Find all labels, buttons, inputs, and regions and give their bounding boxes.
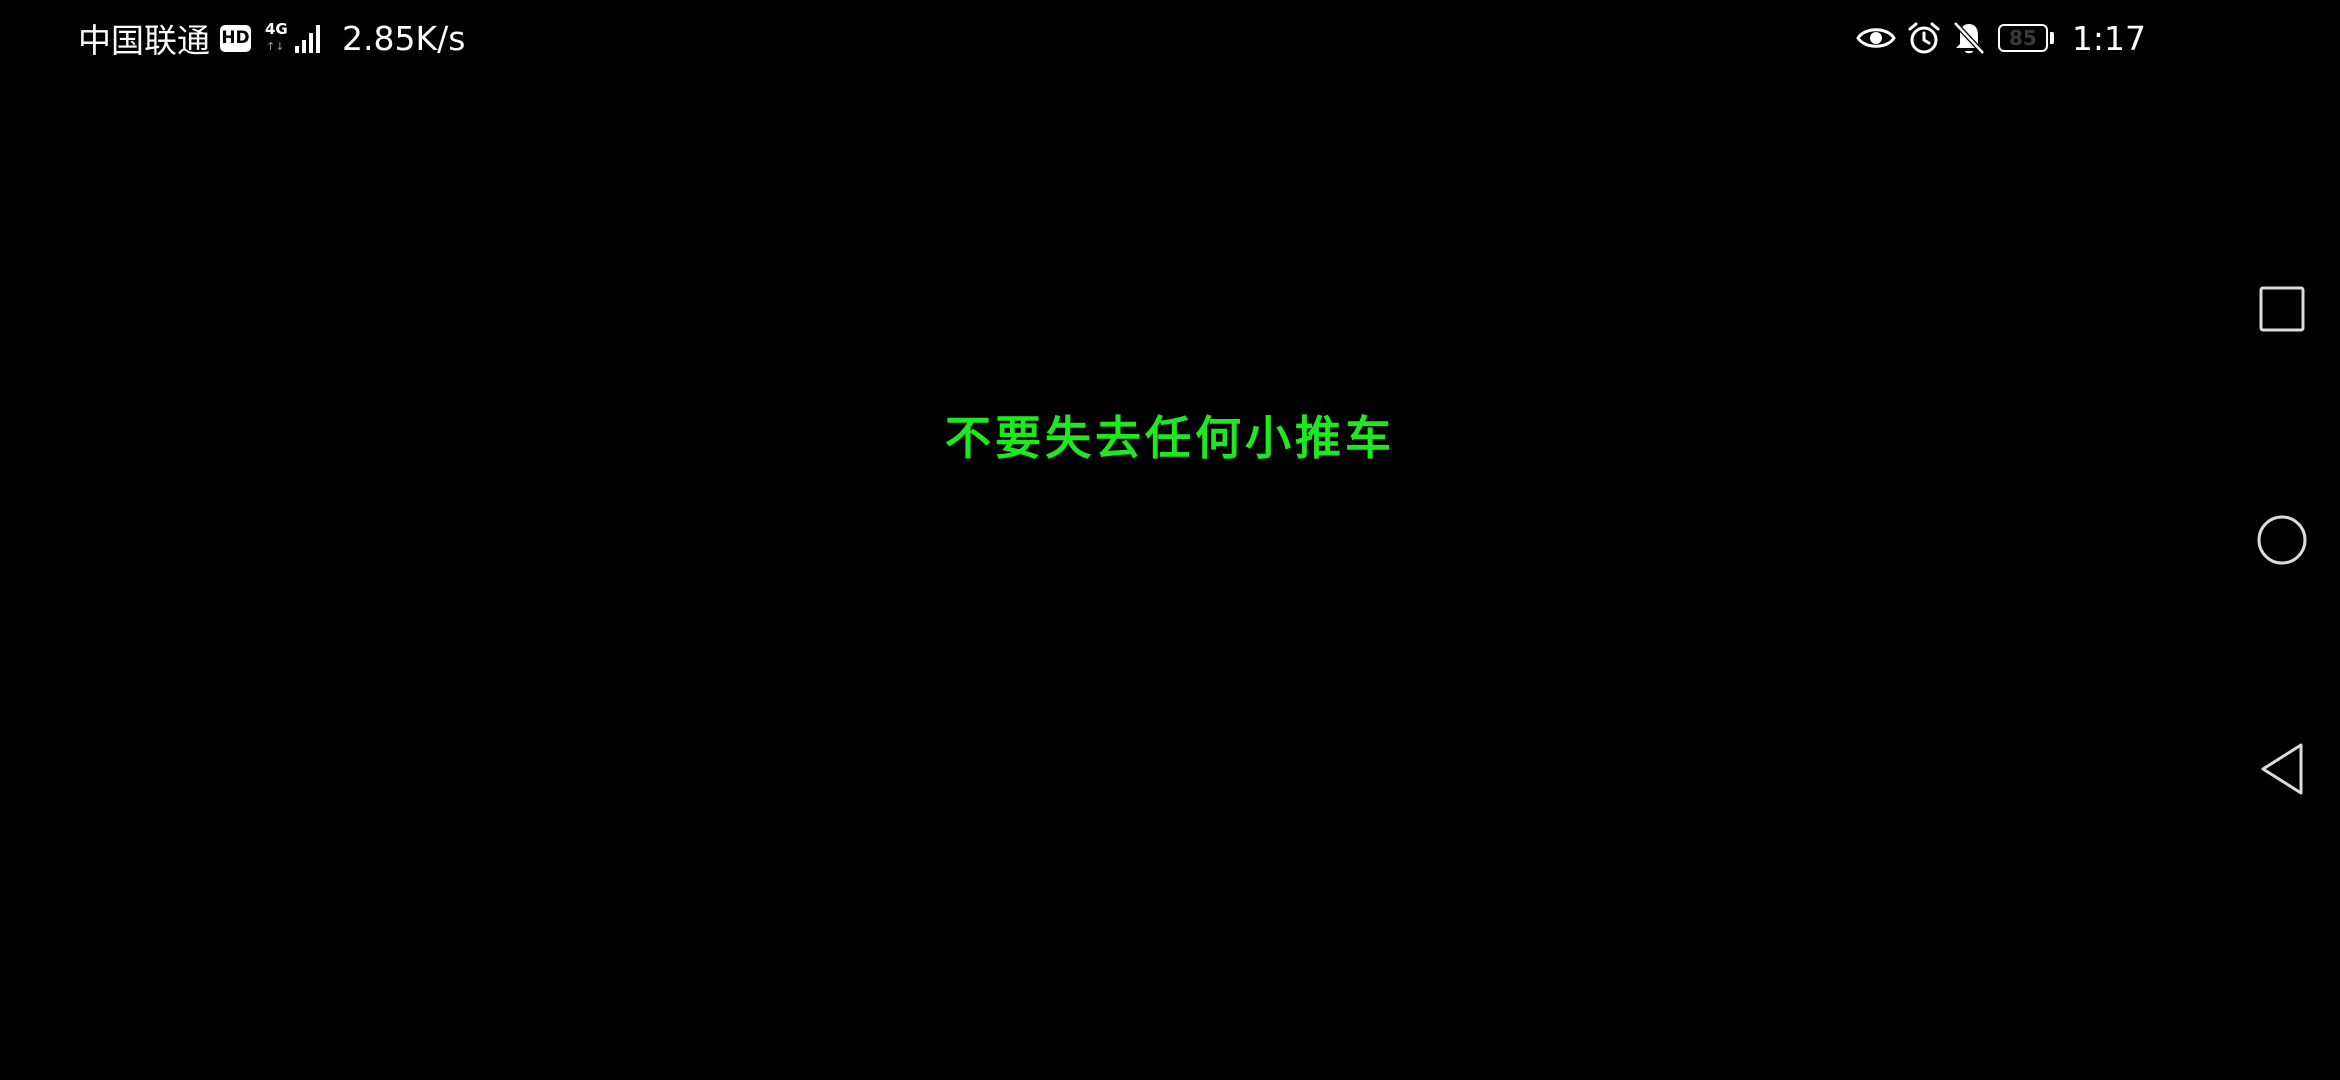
alarm-icon — [1906, 20, 1942, 56]
circle-icon — [2257, 515, 2307, 565]
game-screen: 中国联通 HD 4G ↑↓ 2.85K/s 85 1:17 不要失去任何小推车 — [0, 0, 2340, 1080]
network-type-label: 4G — [265, 20, 288, 38]
status-bar-left: 中国联通 HD 4G ↑↓ 2.85K/s — [78, 14, 465, 62]
battery-level: 85 — [2008, 26, 2037, 50]
signal-strength-icon — [295, 23, 320, 53]
home-button[interactable] — [2252, 510, 2312, 570]
network-type-indicator: 4G ↑↓ — [265, 20, 288, 55]
back-button[interactable] — [2252, 739, 2312, 799]
status-time: 1:17 — [2071, 18, 2146, 58]
recent-apps-button[interactable] — [2252, 279, 2312, 339]
status-bar-right: 85 1:17 — [1856, 14, 2146, 62]
battery-icon: 85 — [1997, 24, 2054, 52]
hd-badge: HD — [220, 24, 251, 52]
square-icon — [2259, 286, 2305, 332]
network-activity-arrows: ↑↓ — [266, 40, 285, 53]
carrier-name: 中国联通 — [78, 21, 210, 60]
game-message: 不要失去任何小推车 — [945, 411, 1395, 465]
triangle-back-icon — [2261, 743, 2303, 795]
bell-off-icon — [1952, 20, 1986, 56]
network-speed: 2.85K/s — [342, 18, 466, 58]
eye-icon — [1856, 23, 1896, 53]
